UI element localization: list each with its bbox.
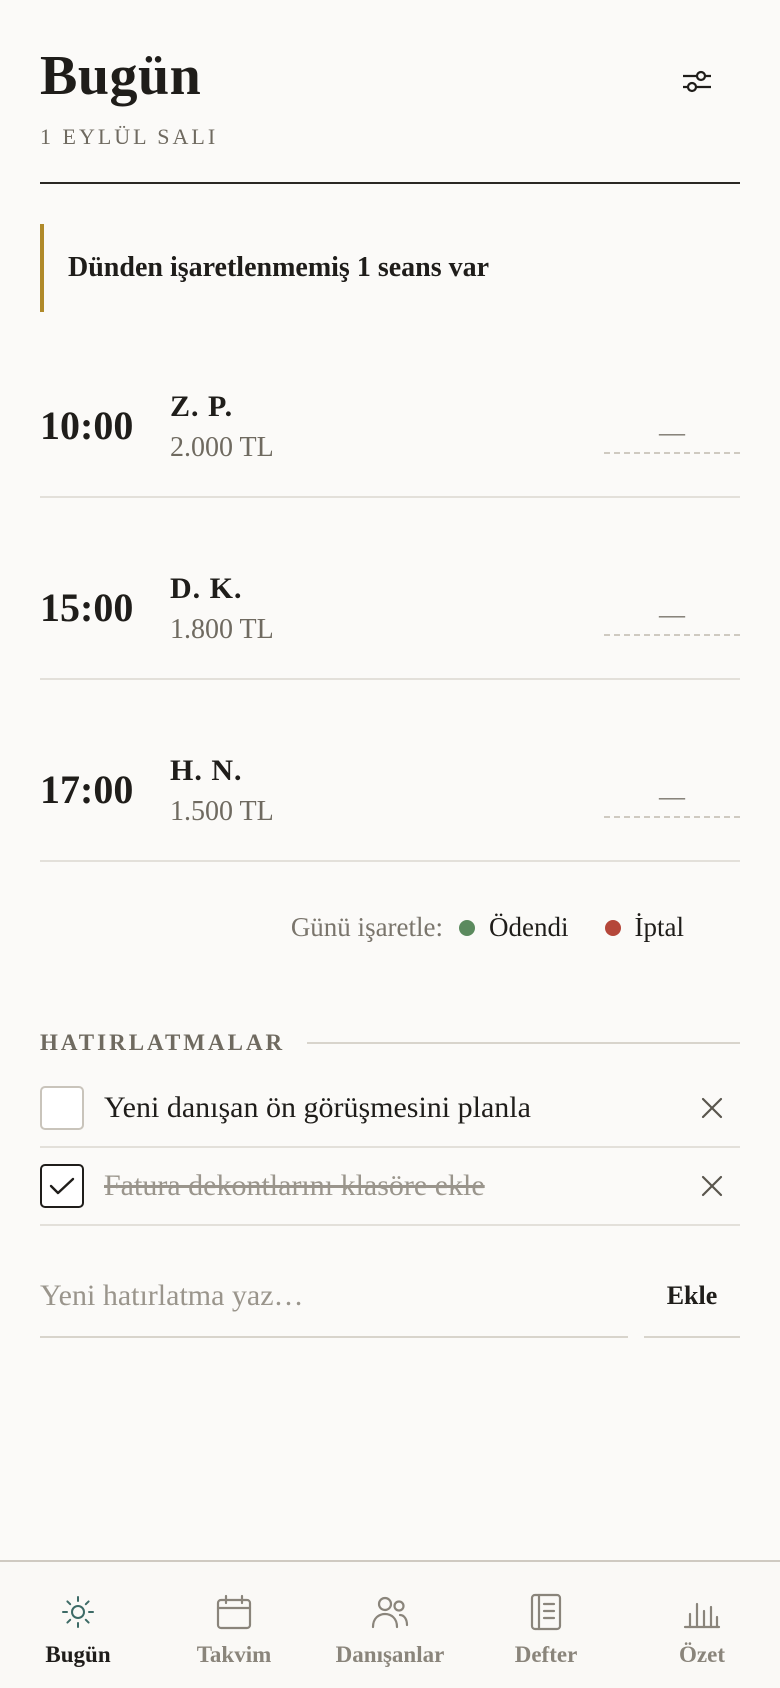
session-row[interactable]: 15:00 D. K. 1.800 TL — [40, 498, 740, 680]
reminder-text: Fatura dekontlarını klasöre ekle [104, 1169, 485, 1202]
tab-label: Bugün [45, 1642, 111, 1667]
bar-chart-icon [682, 1592, 722, 1632]
calendar-icon [214, 1592, 254, 1632]
tab-label: Özet [679, 1642, 725, 1667]
add-reminder-button[interactable]: Ekle [644, 1256, 740, 1338]
tab-label: Defter [514, 1642, 578, 1667]
reminders-header: HATIRLATMALAR [40, 1028, 740, 1058]
session-time: 10:00 [40, 403, 134, 448]
cancel-label: İptal [634, 912, 684, 942]
session-fee: 1.500 TL [170, 796, 274, 827]
session-row[interactable]: 17:00 H. N. 1.500 TL — [40, 680, 740, 862]
reminder-checkbox[interactable] [40, 1164, 84, 1208]
delete-reminder-button[interactable] [692, 1088, 732, 1128]
session-client: Z. P. [170, 390, 234, 423]
session-time: 17:00 [40, 767, 134, 812]
divider [307, 1042, 740, 1044]
session-fee: 2.000 TL [170, 432, 274, 463]
mark-cancel-button[interactable]: İptal [604, 912, 684, 943]
reminder-item: Yeni danışan ön görüşmesini planla [40, 1070, 740, 1148]
unmarked-sessions-alert[interactable]: Dünden işaretlenmemiş 1 seans var [40, 224, 740, 312]
page-date: 1 EYLÜL SALI [40, 124, 219, 149]
notebook-icon [526, 1592, 566, 1632]
tab-clients[interactable]: Danışanlar [312, 1562, 468, 1688]
tab-calendar[interactable]: Takvim [156, 1562, 312, 1688]
paid-dot-icon [459, 919, 476, 936]
new-reminder-input[interactable] [40, 1256, 628, 1338]
tab-label: Takvim [196, 1642, 272, 1667]
sun-icon [58, 1592, 98, 1632]
users-icon [370, 1592, 410, 1632]
tab-label: Danışanlar [335, 1642, 445, 1667]
page-title: Bugün [40, 45, 202, 107]
close-icon [701, 1097, 723, 1119]
reminder-checkbox[interactable] [40, 1086, 84, 1130]
today-screen: Bugün 1 EYLÜL SALI Dünden işaretlenmemiş… [0, 0, 780, 1688]
bottom-tab-bar: Bugün Takvim Danışanlar Defter Özet [0, 1560, 780, 1688]
reminder-item: Fatura dekontlarını klasöre ekle [40, 1148, 740, 1226]
legend-label: Günü işaretle: [290, 912, 444, 942]
cancel-dot-icon [604, 919, 621, 936]
tab-summary[interactable]: Özet [624, 1562, 780, 1688]
mark-paid-button[interactable]: Ödendi [459, 912, 569, 943]
alert-text: Dünden işaretlenmemiş 1 seans var [68, 252, 490, 283]
close-icon [701, 1175, 723, 1197]
filter-button[interactable] [674, 58, 720, 104]
header: Bugün 1 EYLÜL SALI [40, 0, 740, 184]
tab-today[interactable]: Bugün [0, 1562, 156, 1688]
paid-label: Ödendi [489, 912, 569, 942]
sliders-icon [683, 70, 711, 93]
reminder-text: Yeni danışan ön görüşmesini planla [104, 1091, 531, 1124]
session-client: D. K. [170, 572, 243, 605]
checkmark-icon [49, 1177, 75, 1195]
session-fee: 1.800 TL [170, 614, 274, 645]
session-status[interactable]: — [604, 414, 740, 454]
session-client: H. N. [170, 754, 243, 787]
delete-reminder-button[interactable] [692, 1166, 732, 1206]
mark-day-legend: Günü işaretle: Ödendi İptal [291, 912, 684, 943]
session-time: 15:00 [40, 585, 134, 630]
session-status[interactable]: — [604, 596, 740, 636]
tab-notebook[interactable]: Defter [468, 1562, 624, 1688]
session-row[interactable]: 10:00 Z. P. 2.000 TL — [40, 316, 740, 498]
session-status[interactable]: — [604, 778, 740, 818]
reminders-title: HATIRLATMALAR [40, 1030, 286, 1055]
